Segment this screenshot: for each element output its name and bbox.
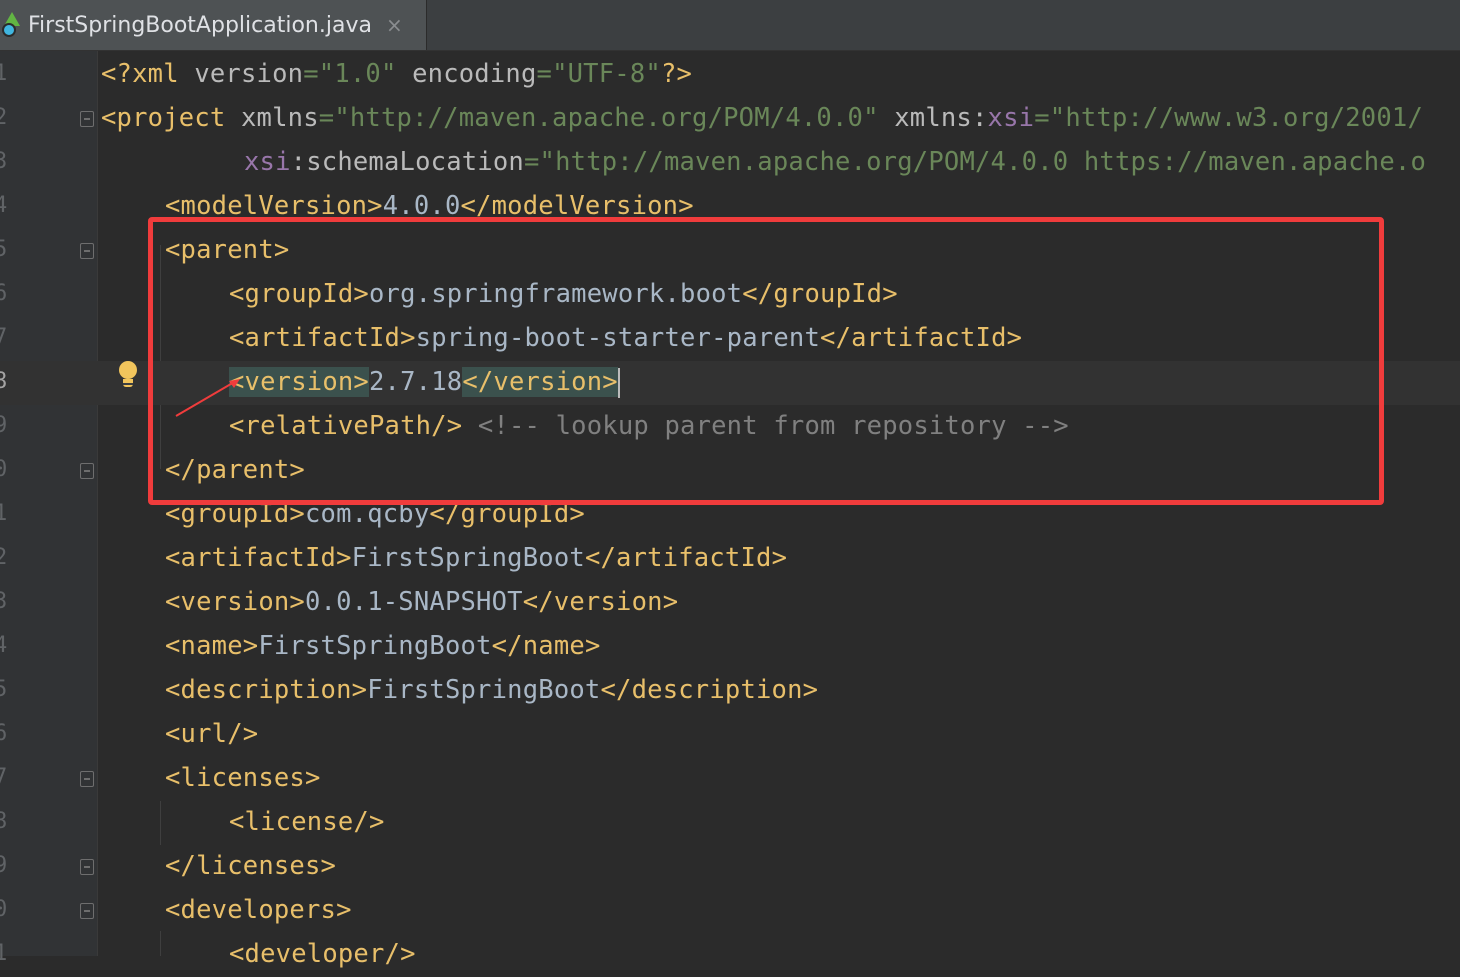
close-icon[interactable]: × [386,13,403,37]
annotation-arrow [175,379,240,417]
code-line: 5 <description>FirstSpringBoot</descript… [0,669,1460,713]
code-editor[interactable]: 1 <?xml version="1.0" encoding="UTF-8"?>… [0,51,1460,969]
tab-title: FirstSpringBootApplication.java [28,12,372,38]
code-line: 8 <license/> [0,801,1460,845]
code-text: <version>0.0.1-SNAPSHOT</version> [165,587,679,617]
code-text: <url/> [165,719,259,749]
file-tab[interactable]: FirstSpringBootApplication.java × [0,0,427,50]
fold-icon[interactable] [80,903,94,919]
code-text: </licenses> [165,851,337,881]
code-line: 0 <developers> [0,889,1460,933]
line-number: 9 [0,853,8,878]
code-line: 9 </licenses> [0,845,1460,889]
line-number: 5 [0,677,8,702]
fold-icon[interactable] [80,771,94,787]
code-line: 3 <version>0.0.1-SNAPSHOT</version> [0,581,1460,625]
code-text: <artifactId>FirstSpringBoot</artifactId> [165,543,788,573]
code-text: <licenses> [165,763,321,793]
code-line: 7 <licenses> [0,757,1460,801]
line-number: 8 [0,809,8,834]
code-line: 2 <artifactId>FirstSpringBoot</artifactI… [0,537,1460,581]
code-line: 6 <url/> [0,713,1460,757]
line-number: 1 [0,501,8,526]
line-number: 6 [0,721,8,746]
spring-boot-class-icon [0,12,22,38]
code-text: <license/> [229,807,385,837]
line-number: 0 [0,897,8,922]
code-text: <description>FirstSpringBoot</descriptio… [165,675,819,705]
line-number: 2 [0,545,8,570]
code-text: <developer/> [229,939,416,969]
code-line: 1 <developer/> [0,933,1460,977]
code-text: xsi:schemaLocation="http://maven.apache.… [244,147,1427,177]
line-number: 3 [0,589,8,614]
code-text: <developers> [165,895,352,925]
fold-icon[interactable] [80,859,94,875]
line-number: 4 [0,633,8,658]
line-number: 7 [0,765,8,790]
line-number: 1 [0,941,8,966]
code-line: 4 <name>FirstSpringBoot</name> [0,625,1460,669]
editor-tab-bar: FirstSpringBootApplication.java × [0,0,1460,51]
annotation-highlight-box [148,217,1384,505]
code-text: <name>FirstSpringBoot</name> [165,631,601,661]
